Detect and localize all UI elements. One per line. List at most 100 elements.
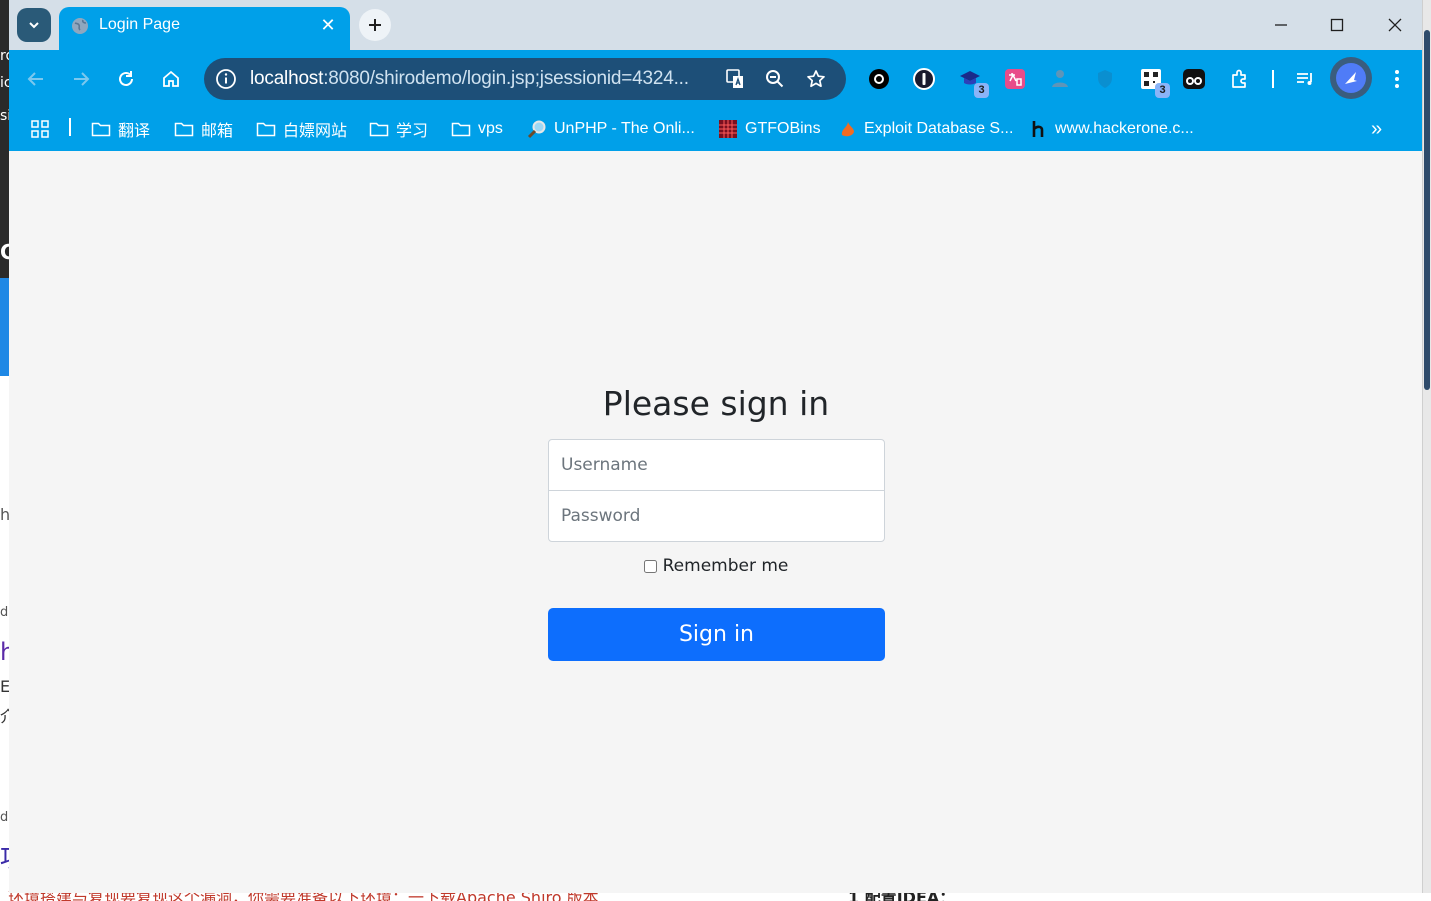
zoom-button[interactable]	[763, 67, 787, 91]
url-path: :8080/shirodemo/login.jsp;jsessionid=432…	[323, 68, 689, 89]
puzzle-icon	[1232, 69, 1246, 88]
background-fragment: ic	[0, 75, 9, 91]
grid-icon	[719, 120, 737, 138]
arrow-left-icon	[27, 72, 43, 86]
back-button[interactable]	[20, 63, 52, 95]
minimize-button[interactable]	[1257, 8, 1305, 42]
bookmark-label: vps	[478, 120, 503, 137]
more-vertical-icon	[1395, 70, 1399, 88]
maximize-icon	[1330, 18, 1344, 32]
background-scrollbar[interactable]	[1423, 0, 1431, 893]
bookmarks-bar: 翻译 邮箱 白嫖网站 学习 vps UnPHP - The Onli... GT…	[9, 108, 1422, 151]
avatar-icon	[1345, 72, 1357, 84]
url-host: localhost	[250, 68, 324, 89]
bookmark-exploit-db[interactable]: Exploit Database S...	[839, 116, 1013, 142]
extensions-menu-button[interactable]	[1227, 66, 1253, 92]
apps-button[interactable]	[31, 116, 49, 142]
home-icon	[163, 70, 179, 87]
close-icon	[1388, 18, 1402, 32]
scrollbar-thumb[interactable]	[1424, 30, 1430, 390]
background-fragment: C	[0, 240, 9, 264]
remember-me-checkbox[interactable]	[643, 559, 657, 573]
background-fragment: di	[0, 605, 9, 620]
sign-in-button[interactable]: Sign in	[548, 608, 885, 661]
bookmark-folder-3[interactable]: 白嫖网站	[256, 116, 347, 142]
bookmark-gtfobins[interactable]: GTFOBins	[718, 116, 821, 142]
forward-button[interactable]	[65, 63, 97, 95]
media-controls-button[interactable]	[1292, 66, 1318, 92]
bookmark-folder-4[interactable]: 学习	[369, 116, 428, 142]
extension-1password[interactable]	[911, 66, 937, 92]
extension-blank[interactable]	[1092, 66, 1118, 92]
home-button[interactable]	[155, 63, 187, 95]
extension-graduation-cap[interactable]: 3	[957, 66, 989, 98]
magnifier-icon	[527, 120, 546, 139]
bookmark-label: www.hackerone.c...	[1055, 120, 1194, 137]
bookmark-label: UnPHP - The Onli...	[554, 120, 695, 137]
bookmark-label: 邮箱	[201, 123, 234, 140]
background-sidebar-blue	[0, 278, 9, 376]
extension-qr[interactable]: 3	[1138, 66, 1170, 98]
info-icon[interactable]	[214, 67, 238, 91]
star-icon	[807, 70, 825, 88]
avatar	[1336, 63, 1366, 93]
bookmark-folder-2[interactable]: 邮箱	[174, 116, 233, 142]
address-bar[interactable]: localhost:8080/shirodemo/login.jsp;jsess…	[204, 58, 846, 100]
bookmark-label: 学习	[396, 123, 429, 140]
maximize-button[interactable]	[1313, 8, 1361, 42]
background-fragment: 项	[0, 838, 9, 875]
tab-login-page[interactable]: Login Page ✕	[59, 7, 350, 50]
plus-icon	[369, 19, 381, 31]
tab-close-icon[interactable]: ✕	[318, 15, 338, 35]
folder-icon	[91, 122, 111, 137]
tab-search-button[interactable]	[17, 8, 51, 42]
translate-button[interactable]	[724, 67, 748, 91]
extension-badge: 3	[1155, 83, 1170, 98]
folder-icon	[369, 122, 389, 137]
browser-window: Login Page ✕ localhost:8080/shirodemo/lo…	[9, 0, 1423, 893]
extension-glasses[interactable]	[1181, 66, 1207, 92]
remember-me-row[interactable]: Remember me	[9, 556, 1422, 576]
bookmark-folder-5[interactable]: vps	[451, 116, 503, 142]
bookmark-folder-1[interactable]: 翻译	[91, 116, 150, 142]
bookmark-star-button[interactable]	[804, 67, 828, 91]
bookmarks-divider	[69, 118, 71, 136]
exploit-db-icon	[841, 122, 854, 137]
username-input[interactable]	[548, 439, 885, 491]
password-manager-icon	[913, 68, 935, 90]
bookmark-unphp[interactable]: UnPHP - The Onli...	[527, 116, 695, 142]
playlist-icon	[1297, 73, 1312, 85]
bookmark-label: Exploit Database S...	[864, 120, 1014, 137]
bookmark-label: 白嫖网站	[283, 123, 348, 140]
folder-icon	[256, 122, 276, 137]
translate-icon	[726, 69, 743, 88]
glasses-icon	[1183, 69, 1205, 89]
globe-icon	[72, 18, 88, 34]
minimize-icon	[1275, 24, 1287, 26]
zoom-out-icon	[766, 70, 784, 88]
reload-button[interactable]	[110, 63, 142, 95]
translator-extension-icon	[1005, 69, 1025, 89]
bookmark-hackerone[interactable]: www.hackerone.c...	[1032, 116, 1194, 142]
arrow-right-icon	[74, 72, 90, 86]
new-tab-button[interactable]	[359, 9, 391, 41]
profile-avatar[interactable]	[1330, 57, 1372, 99]
bookmarks-overflow-button[interactable]: »	[1371, 116, 1382, 142]
apps-grid-icon	[31, 120, 49, 138]
url-text[interactable]: localhost:8080/shirodemo/login.jsp;jsess…	[250, 68, 689, 90]
browser-menu-button[interactable]	[1384, 66, 1410, 92]
extension-ring[interactable]	[866, 66, 892, 92]
extension-puzzle-person[interactable]	[1047, 66, 1073, 92]
background-sidebar-dark	[0, 0, 9, 280]
extension-translator[interactable]	[1002, 66, 1028, 92]
background-fragment: 介	[0, 707, 9, 726]
hackerone-icon	[1032, 121, 1044, 137]
close-window-button[interactable]	[1371, 8, 1419, 42]
background-fragment: ro	[0, 48, 9, 64]
extension-badge: 3	[974, 83, 989, 98]
password-input[interactable]	[548, 490, 885, 542]
background-fragment: E	[0, 677, 9, 696]
tab-strip: Login Page ✕	[9, 0, 1422, 50]
folder-icon	[174, 122, 194, 137]
remember-me-label: Remember me	[662, 556, 789, 576]
